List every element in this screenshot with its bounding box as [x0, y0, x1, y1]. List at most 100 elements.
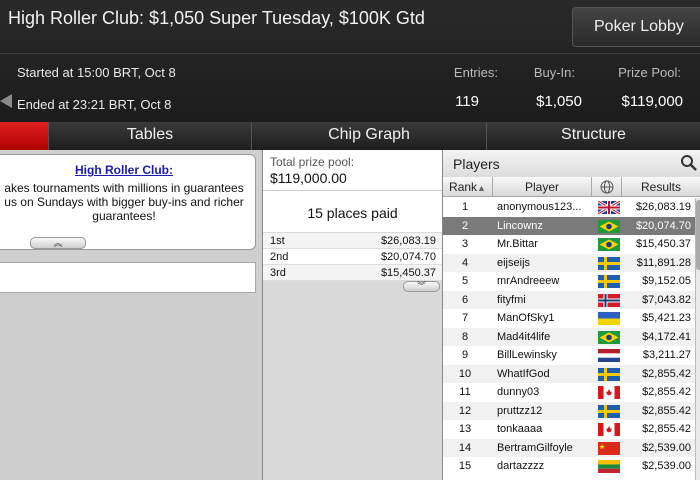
player-row[interactable]: 10 WhatIfGod $2,855.42 [443, 364, 695, 383]
players-scrollbar[interactable] [695, 198, 700, 480]
player-row[interactable]: 8 Mad4it4life $4,172.41 [443, 327, 695, 346]
player-result: $2,539.00 [642, 460, 691, 472]
se-flag-icon [598, 367, 620, 381]
player-name: BertramGilfoyle [497, 441, 573, 454]
player-result: $2,855.42 [642, 386, 691, 398]
chevron-up-icon[interactable]: ︽ [30, 237, 86, 249]
player-name: tonkaaaa [497, 423, 543, 435]
tournament-header: High Roller Club: $1,050 Super Tuesday, … [0, 0, 700, 122]
player-name: dunny03 [497, 386, 540, 398]
player-result: $3,211.27 [642, 349, 691, 361]
player-rank: 8 [461, 330, 469, 343]
tab-bar: Tables Chip Graph Structure [0, 122, 700, 150]
promo-link[interactable]: High Roller Club: [75, 163, 173, 177]
player-rank: 15 [458, 460, 472, 472]
player-row[interactable]: 14 BertramGilfoyle $2,539.00 [443, 438, 695, 457]
se-flag-icon [598, 404, 620, 418]
player-row[interactable]: 2 Lincownz $20,074.70 [443, 216, 695, 235]
buyin-label: Buy-In: [533, 65, 575, 80]
player-row[interactable]: 11 dunny03 $2,855.42 [443, 383, 695, 402]
player-name: Lincownz [497, 219, 543, 232]
ua-flag-icon [598, 312, 620, 325]
player-rank: 4 [461, 256, 469, 269]
no-flag-icon [598, 293, 620, 307]
player-result: $2,855.42 [642, 367, 691, 380]
player-result: $7,043.82 [642, 293, 691, 306]
players-list: 1 anonymous123... $26,083.19 2 Lincownz $20,0… [443, 198, 695, 476]
player-result: $5,421.23 [642, 312, 691, 324]
player-row[interactable]: 9 BillLewinsky $3,211.27 [443, 346, 695, 365]
player-name: anonymous123... [497, 201, 582, 213]
player-row[interactable]: 1 anonymous123... $26,083.19 [443, 198, 695, 217]
column-header-player[interactable]: Player [493, 177, 592, 197]
player-name: fityfmi [497, 293, 526, 306]
player-rank: 2 [461, 219, 469, 232]
player-rank: 12 [458, 404, 472, 417]
search-icon[interactable] [680, 154, 698, 172]
player-row[interactable]: 12 pruttzz12 $2,855.42 [443, 401, 695, 420]
player-rank: 9 [461, 349, 469, 361]
player-name: WhatIfGod [497, 367, 550, 380]
payout-row: 2nd $20,074.70 [263, 249, 442, 265]
prize-header: Total prize pool: $119,000.00 [263, 150, 442, 190]
payout-row: 1st $26,083.19 [263, 233, 442, 249]
cn-flag-icon [598, 441, 620, 455]
column-header-results[interactable]: Results [622, 177, 700, 197]
player-name: mrAndreeew [497, 275, 560, 287]
tab-structure[interactable]: Structure [486, 122, 700, 150]
prize-pool-value: $119,000 [621, 93, 683, 110]
player-row[interactable]: 6 fityfmi $7,043.82 [443, 290, 695, 309]
player-name: Mr.Bittar [497, 238, 538, 250]
payout-amount: $26,083.19 [380, 235, 436, 247]
player-row[interactable]: 7 ManOfSky1 $5,421.23 [443, 309, 695, 328]
collapse-arrow-icon[interactable] [0, 94, 12, 108]
lt-flag-icon [598, 460, 620, 473]
player-result: $4,172.41 [642, 330, 691, 343]
player-row[interactable]: 4 eijseijs $11,891.28 [443, 253, 695, 272]
player-result: $11,891.28 [636, 256, 691, 269]
payout-row: 3rd $15,450.37 [263, 265, 442, 281]
tab-info[interactable] [0, 122, 48, 150]
player-rank: 7 [461, 312, 469, 324]
player-row[interactable]: 13 tonkaaaa $2,855.42 [443, 420, 695, 439]
ended-time: Ended at 23:21 BRT, Oct 8 [17, 97, 172, 112]
player-result: $15,450.37 [635, 238, 691, 250]
ca-flag-icon [598, 423, 620, 436]
header-divider [0, 53, 700, 54]
br-flag-icon [598, 238, 620, 251]
br-flag-icon [598, 330, 620, 344]
player-result: $9,152.05 [642, 275, 691, 287]
player-rank: 1 [461, 201, 469, 213]
br-flag-icon [598, 219, 620, 233]
ca-flag-icon [598, 386, 620, 399]
player-row[interactable]: 5 mrAndreeew $9,152.05 [443, 272, 695, 291]
player-name: dartazzzz [497, 460, 545, 472]
player-result: $26,083.19 [635, 201, 691, 213]
rank-header-label: Rank [449, 180, 478, 194]
column-header-country[interactable] [592, 177, 622, 197]
poker-lobby-button[interactable]: Poker Lobby [572, 7, 700, 47]
payout-place: 2nd [270, 251, 289, 263]
info-input-field[interactable] [0, 262, 256, 293]
player-row[interactable]: 15 dartazzzz $2,539.00 [443, 457, 695, 476]
total-prize-label: Total prize pool: [270, 155, 355, 169]
player-result: $2,855.42 [642, 423, 691, 435]
tab-tables[interactable]: Tables [48, 122, 251, 150]
player-name: ManOfSky1 [497, 312, 555, 324]
column-header-rank[interactable]: Rank▲ [443, 177, 493, 197]
se-flag-icon [598, 256, 620, 270]
tab-chip-graph[interactable]: Chip Graph [251, 122, 486, 150]
nl-flag-icon [598, 349, 620, 362]
payout-amount: $15,450.37 [380, 267, 436, 279]
player-result: $20,074.70 [635, 219, 691, 232]
payout-place: 3rd [270, 267, 286, 279]
chevron-down-icon[interactable]: ︾ [403, 281, 440, 292]
scrollbar-thumb[interactable] [696, 200, 700, 270]
player-row[interactable]: 3 Mr.Bittar $15,450.37 [443, 235, 695, 254]
promo-line-1: akes tournaments with millions in guaran… [4, 181, 244, 195]
places-paid: 15 places paid [263, 190, 442, 232]
payout-place: 1st [270, 235, 285, 247]
promo-line-3: guarantees! [92, 209, 156, 223]
player-name: BillLewinsky [497, 349, 557, 361]
player-rank: 10 [458, 367, 472, 380]
